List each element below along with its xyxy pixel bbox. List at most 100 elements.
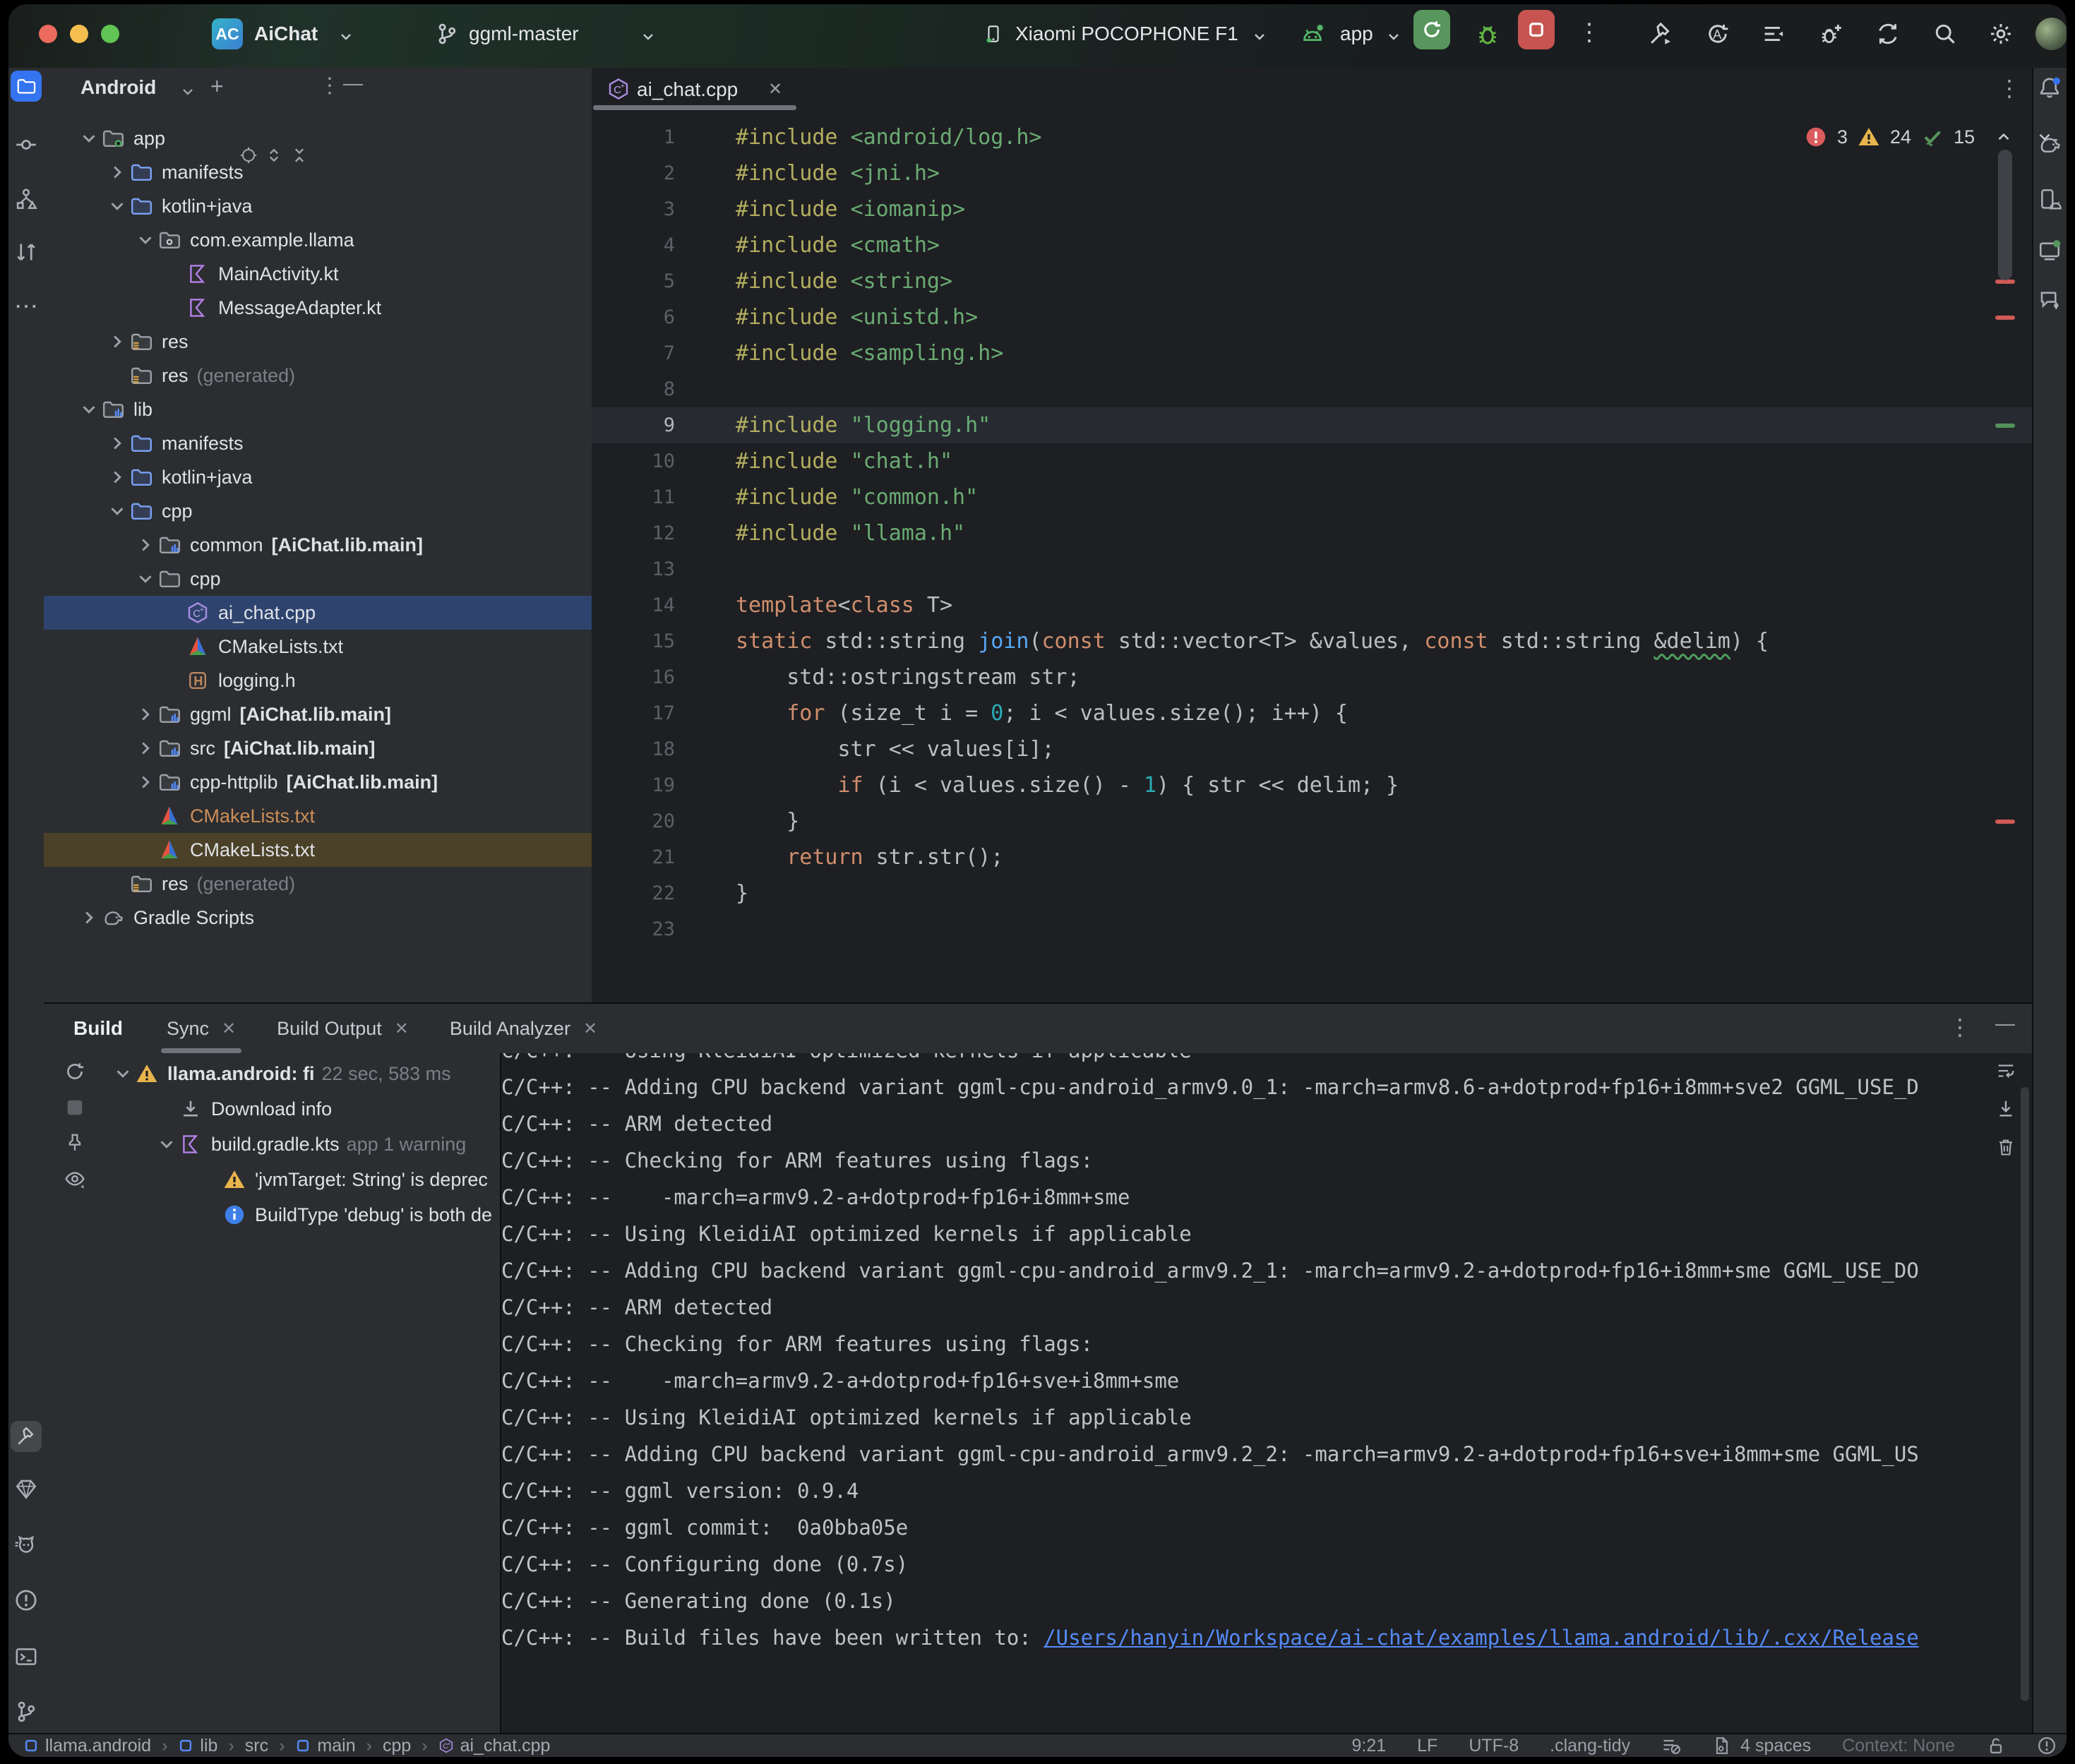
tool-pull-requests-button[interactable] (14, 240, 38, 264)
stop-square-icon[interactable] (64, 1097, 85, 1118)
stop-button[interactable] (1518, 10, 1555, 49)
tool-structure-button[interactable] (14, 187, 38, 211)
code-line-14[interactable]: 14template<class T> (592, 587, 2032, 623)
chevron-right-icon[interactable] (133, 534, 158, 556)
line-number[interactable]: 17 (592, 702, 706, 724)
code-line-13[interactable]: 13 (592, 551, 2032, 587)
close-tab-icon[interactable]: ✕ (222, 1019, 236, 1039)
project-view-selector[interactable]: Android (80, 76, 156, 99)
tree-item-lib[interactable]: lib (44, 392, 592, 426)
tree-item-messageadapter-kt[interactable]: MessageAdapter.kt (44, 291, 592, 325)
profiler-lines-icon[interactable] (1761, 21, 1786, 47)
close-tab-icon[interactable]: ✕ (583, 1019, 597, 1039)
line-number[interactable]: 22 (592, 882, 706, 904)
notifications-bell-icon[interactable] (2038, 76, 2062, 100)
build-tree-item[interactable]: Download info (110, 1091, 498, 1127)
chevron-right-icon[interactable] (104, 162, 130, 183)
tree-item-manifests[interactable]: manifests (44, 426, 592, 460)
chevron-right-icon[interactable] (76, 907, 102, 928)
build-tab-sync[interactable]: Sync✕ (167, 1004, 236, 1053)
linter[interactable]: .clang-tidy (1550, 1736, 1630, 1756)
tree-item-cpp-httplib[interactable]: cpp-httplib[AiChat.lib.main] (44, 765, 592, 799)
device-selector[interactable]: Xiaomi POCOPHONE F1 (1015, 23, 1238, 45)
tree-item-src[interactable]: src[AiChat.lib.main] (44, 731, 592, 765)
encoding[interactable]: UTF-8 (1469, 1736, 1519, 1756)
line-number[interactable]: 6 (592, 306, 706, 328)
build-tree-item[interactable]: BuildType 'debug' is both de (110, 1197, 498, 1232)
chevron-down-icon[interactable] (133, 568, 158, 589)
line-number[interactable]: 20 (592, 810, 706, 832)
code-line-12[interactable]: 12#include "llama.h" (592, 515, 2032, 551)
next-problem-icon[interactable] (2035, 128, 2054, 146)
chevron-down-icon[interactable] (104, 500, 130, 522)
add-button[interactable]: + (210, 73, 224, 100)
tool-app-quality-insights-button[interactable] (14, 1477, 38, 1501)
tool-logcat-button[interactable] (14, 1533, 38, 1557)
line-number[interactable]: 21 (592, 846, 706, 868)
editor-options-kebab[interactable]: ⋮ (1998, 75, 2021, 102)
breadcrumb-item-lib[interactable]: lib (178, 1736, 217, 1756)
tool-problems-button[interactable] (14, 1588, 38, 1612)
scroll-to-end-icon[interactable] (1995, 1098, 2016, 1120)
editor-scrollbar[interactable] (1998, 150, 2012, 280)
build-tree-item[interactable]: llama.android: fi22 sec, 583 ms (110, 1056, 498, 1091)
code-line-18[interactable]: 18 str << values[i]; (592, 731, 2032, 767)
line-number[interactable]: 4 (592, 234, 706, 256)
line-number[interactable]: 9 (592, 414, 706, 436)
build-output-path-link[interactable]: /Users/hanyin/Workspace/ai-chat/examples… (1044, 1626, 1919, 1650)
breadcrumb-item-src[interactable]: src (245, 1736, 268, 1756)
line-number[interactable]: 2 (592, 162, 706, 184)
tree-item-ai-chat-cpp[interactable]: C+ai_chat.cpp (44, 596, 592, 630)
chevron-right-icon[interactable] (104, 331, 130, 352)
tree-item-kotlin-java[interactable]: kotlin+java (44, 189, 592, 223)
sync-refresh-icon[interactable] (64, 1060, 86, 1083)
project-selector[interactable]: AiChat (254, 23, 318, 45)
line-number[interactable]: 13 (592, 558, 706, 580)
clear-console-trash-icon[interactable] (1995, 1136, 2016, 1158)
line-number[interactable]: 7 (592, 342, 706, 364)
gemini-assistant-icon[interactable] (2038, 288, 2062, 312)
vcs-branch-selector[interactable]: ggml-master (469, 23, 579, 45)
breadcrumb-item-main[interactable]: main (295, 1736, 355, 1756)
tree-item-mainactivity-kt[interactable]: MainActivity.kt (44, 257, 592, 291)
breadcrumb-item-cpp[interactable]: cpp (383, 1736, 411, 1756)
window-minimize-button[interactable] (70, 25, 88, 43)
line-number[interactable]: 5 (592, 270, 706, 292)
code-editor[interactable]: 1#include <android/log.h>2#include <jni.… (592, 119, 2032, 947)
chevron-right-icon[interactable] (133, 704, 158, 725)
build-console[interactable]: C/C++: -- Using KleidiAI optimized kerne… (501, 1053, 1988, 1733)
code-line-23[interactable]: 23 (592, 911, 2032, 947)
tree-item-logging-h[interactable]: Hlogging.h (44, 664, 592, 697)
tool-project-button[interactable] (11, 71, 42, 102)
line-number[interactable]: 10 (592, 450, 706, 472)
build-options-kebab[interactable]: ⋮ (1949, 1014, 1971, 1040)
chevron-down-icon[interactable] (154, 1134, 179, 1155)
running-devices-icon[interactable] (2038, 239, 2062, 263)
pin-icon[interactable] (64, 1132, 85, 1153)
tree-item-manifests[interactable]: manifests (44, 155, 592, 189)
project-options-kebab[interactable]: ⋮ (319, 73, 340, 98)
tree-item-cmakelists-txt[interactable]: CMakeLists.txt (44, 799, 592, 833)
code-line-19[interactable]: 19 if (i < values.size() - 1) { str << d… (592, 767, 2032, 803)
line-number[interactable]: 16 (592, 666, 706, 688)
code-line-4[interactable]: 4#include <cmath> (592, 227, 2032, 263)
inspections-icon[interactable] (1661, 1736, 1681, 1756)
build-tab-build-output[interactable]: Build Output✕ (277, 1004, 409, 1053)
run-more-actions-kebab[interactable]: ⋮ (1577, 18, 1601, 47)
tree-item-kotlin-java[interactable]: kotlin+java (44, 460, 592, 494)
search-icon[interactable] (1932, 21, 1958, 47)
code-line-22[interactable]: 22} (592, 875, 2032, 911)
tree-item-res[interactable]: res(generated) (44, 359, 592, 392)
tree-item-cpp[interactable]: cpp (44, 562, 592, 596)
code-line-20[interactable]: 20 } (592, 803, 2032, 839)
line-number[interactable]: 11 (592, 486, 706, 508)
build-tree-item[interactable]: build.gradle.ktsapp 1 warning (110, 1127, 498, 1162)
build-tree-item[interactable]: 'jvmTarget: String' is deprec (110, 1162, 498, 1197)
chevron-down-icon[interactable] (76, 399, 102, 420)
sync-project-arrows-icon[interactable] (1875, 21, 1901, 47)
tree-item-app[interactable]: app (44, 121, 592, 155)
context-indicator[interactable]: Context: None (1842, 1736, 1955, 1756)
soft-wrap-icon[interactable] (1995, 1060, 2016, 1081)
rerun-button[interactable] (1413, 10, 1450, 49)
line-number[interactable]: 3 (592, 198, 706, 220)
